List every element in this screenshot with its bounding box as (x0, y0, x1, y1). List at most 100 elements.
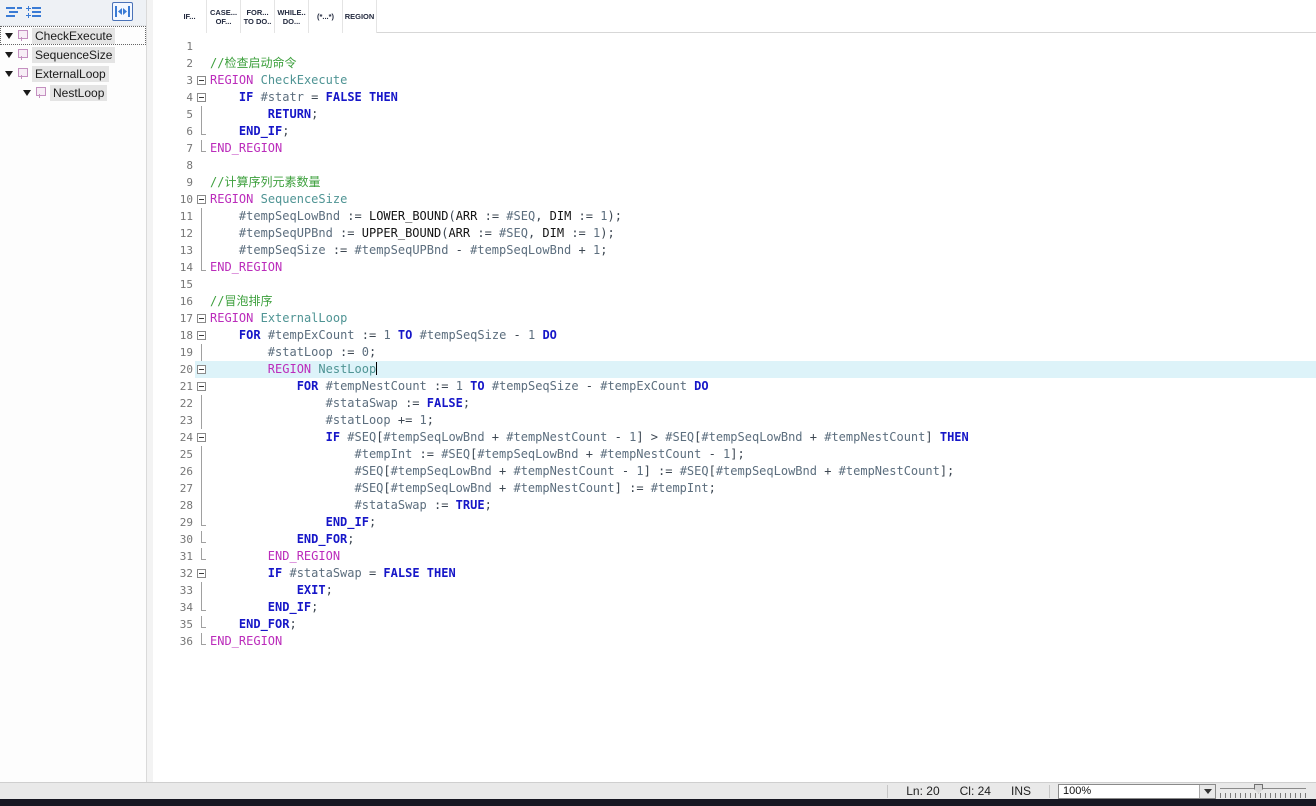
line-number: 16 (173, 293, 195, 310)
code-text: IF #statr = FALSE THEN (210, 89, 398, 106)
code-line-33[interactable]: 33 EXIT; (173, 582, 1316, 599)
code-text: IF #SEQ[#tempSeqLowBnd + #tempNestCount … (210, 429, 969, 446)
expander-triangle-icon[interactable] (4, 31, 14, 41)
code-line-23[interactable]: 23 #statLoop += 1; (173, 412, 1316, 429)
line-number: 36 (173, 633, 195, 650)
code-line-36[interactable]: 36END_REGION (173, 633, 1316, 650)
code-line-14[interactable]: 14END_REGION (173, 259, 1316, 276)
region-tree: CheckExecute SequenceSize ExternalLoopNest… (0, 26, 146, 102)
code-line-11[interactable]: 11 #tempSeqLowBnd := LOWER_BOUND(ARR := … (173, 208, 1316, 225)
snippet-button-while[interactable]: WHILE..DO... (275, 0, 309, 33)
tree-item-externalloop[interactable]: ExternalLoop (0, 64, 146, 83)
line-number: 22 (173, 395, 195, 412)
code-line-26[interactable]: 26 #SEQ[#tempSeqLowBnd + #tempNestCount … (173, 463, 1316, 480)
code-line-17[interactable]: 17REGION ExternalLoop (173, 310, 1316, 327)
fold-margin (195, 497, 210, 514)
text-cursor (376, 362, 377, 375)
expander-triangle-icon[interactable] (4, 69, 14, 79)
code-line-13[interactable]: 13 #tempSeqSize := #tempSeqUPBnd - #temp… (173, 242, 1316, 259)
fold-toggle-icon[interactable] (195, 327, 210, 344)
fold-toggle-icon[interactable] (195, 191, 210, 208)
code-line-3[interactable]: 3REGION CheckExecute (173, 72, 1316, 89)
code-text: REGION NestLoop (210, 361, 377, 378)
fold-toggle-icon[interactable] (195, 361, 210, 378)
snippet-button-label: DO... (283, 17, 301, 26)
code-area[interactable]: 12//检查启动命令3REGION CheckExecute4 IF #stat… (173, 34, 1316, 782)
line-number: 13 (173, 242, 195, 259)
code-line-35[interactable]: 35 END_FOR; (173, 616, 1316, 633)
zoom-level-select[interactable]: 100% (1058, 784, 1216, 799)
snippet-button-label: (*...*) (317, 12, 334, 21)
line-number: 17 (173, 310, 195, 327)
code-text: #SEQ[#tempSeqLowBnd + #tempNestCount] :=… (210, 480, 716, 497)
snippet-button-for[interactable]: FOR...TO DO.. (241, 0, 275, 33)
tree-item-label: ExternalLoop (32, 66, 109, 82)
code-text: #tempSeqLowBnd := LOWER_BOUND(ARR := #SE… (210, 208, 622, 225)
snippet-button-[interactable]: (*...*) (309, 0, 343, 33)
code-text: #tempSeqUPBnd := UPPER_BOUND(ARR := #SEQ… (210, 225, 615, 242)
tree-item-sequencesize[interactable]: SequenceSize (0, 45, 146, 64)
code-line-19[interactable]: 19 #statLoop := 0; (173, 344, 1316, 361)
code-line-21[interactable]: 21 FOR #tempNestCount := 1 TO #tempSeqSi… (173, 378, 1316, 395)
code-line-4[interactable]: 4 IF #statr = FALSE THEN (173, 89, 1316, 106)
fold-toggle-icon[interactable] (195, 429, 210, 446)
sidebar-scrollbar[interactable] (146, 0, 153, 782)
snippet-button-case[interactable]: CASE...OF... (207, 0, 241, 33)
code-line-18[interactable]: 18 FOR #tempExCount := 1 TO #tempSeqSize… (173, 327, 1316, 344)
collapse-all-icon[interactable] (4, 4, 22, 20)
region-icon (17, 49, 28, 61)
zoom-slider[interactable] (1220, 784, 1306, 799)
code-line-20[interactable]: 20 REGION NestLoop (173, 361, 1316, 378)
code-line-22[interactable]: 22 #stataSwap := FALSE; (173, 395, 1316, 412)
tree-item-nestloop[interactable]: NestLoop (0, 83, 146, 102)
expand-all-icon[interactable] (26, 4, 44, 20)
fold-margin (195, 446, 210, 463)
expander-triangle-icon[interactable] (4, 50, 14, 60)
snippet-button-region[interactable]: REGION (343, 0, 377, 33)
code-text: //计算序列元素数量 (210, 174, 320, 191)
code-line-34[interactable]: 34 END_IF; (173, 599, 1316, 616)
chevron-down-icon[interactable] (1199, 785, 1215, 798)
snippet-button-if[interactable]: IF... (173, 0, 207, 33)
fold-margin (195, 242, 210, 259)
fold-toggle-icon[interactable] (195, 378, 210, 395)
fold-toggle-icon[interactable] (195, 72, 210, 89)
tree-item-checkexecute[interactable]: CheckExecute (0, 26, 146, 45)
snippet-button-label: IF... (183, 12, 195, 21)
code-line-9[interactable]: 9 //计算序列元素数量 (173, 174, 1316, 191)
line-number: 9 (173, 174, 195, 191)
code-text: #statLoop := 0; (210, 344, 376, 361)
code-line-12[interactable]: 12 #tempSeqUPBnd := UPPER_BOUND(ARR := #… (173, 225, 1316, 242)
code-line-6[interactable]: 6 END_IF; (173, 123, 1316, 140)
expander-triangle-icon[interactable] (22, 88, 32, 98)
fold-toggle-icon[interactable] (195, 310, 210, 327)
code-line-8[interactable]: 8 (173, 157, 1316, 174)
fold-toggle-icon[interactable] (195, 565, 210, 582)
code-line-2[interactable]: 2//检查启动命令 (173, 55, 1316, 72)
code-line-32[interactable]: 32 IF #stataSwap = FALSE THEN (173, 565, 1316, 582)
sync-scroll-button[interactable] (112, 2, 133, 21)
code-line-16[interactable]: 16 //冒泡排序 (173, 293, 1316, 310)
fold-toggle-icon[interactable] (195, 89, 210, 106)
line-number: 19 (173, 344, 195, 361)
code-line-1[interactable]: 1 (173, 38, 1316, 55)
code-line-24[interactable]: 24 IF #SEQ[#tempSeqLowBnd + #tempNestCou… (173, 429, 1316, 446)
code-line-5[interactable]: 5 RETURN; (173, 106, 1316, 123)
code-line-28[interactable]: 28 #stataSwap := TRUE; (173, 497, 1316, 514)
scl-editor-window: CheckExecute SequenceSize ExternalLoopNest… (0, 0, 1316, 806)
code-line-31[interactable]: 31 END_REGION (173, 548, 1316, 565)
region-outline-sidebar: CheckExecute SequenceSize ExternalLoopNest… (0, 0, 146, 782)
code-line-30[interactable]: 30 END_FOR; (173, 531, 1316, 548)
tree-item-label: SequenceSize (32, 47, 115, 63)
code-line-27[interactable]: 27 #SEQ[#tempSeqLowBnd + #tempNestCount]… (173, 480, 1316, 497)
line-number: 8 (173, 157, 195, 174)
line-number: 23 (173, 412, 195, 429)
code-line-10[interactable]: 10REGION SequenceSize (173, 191, 1316, 208)
code-line-25[interactable]: 25 #tempInt := #SEQ[#tempSeqLowBnd + #te… (173, 446, 1316, 463)
code-text: //冒泡排序 (210, 293, 272, 310)
code-line-7[interactable]: 7END_REGION (173, 140, 1316, 157)
fold-margin (195, 157, 210, 174)
code-line-29[interactable]: 29 END_IF; (173, 514, 1316, 531)
code-line-15[interactable]: 15 (173, 276, 1316, 293)
fold-margin (195, 208, 210, 225)
